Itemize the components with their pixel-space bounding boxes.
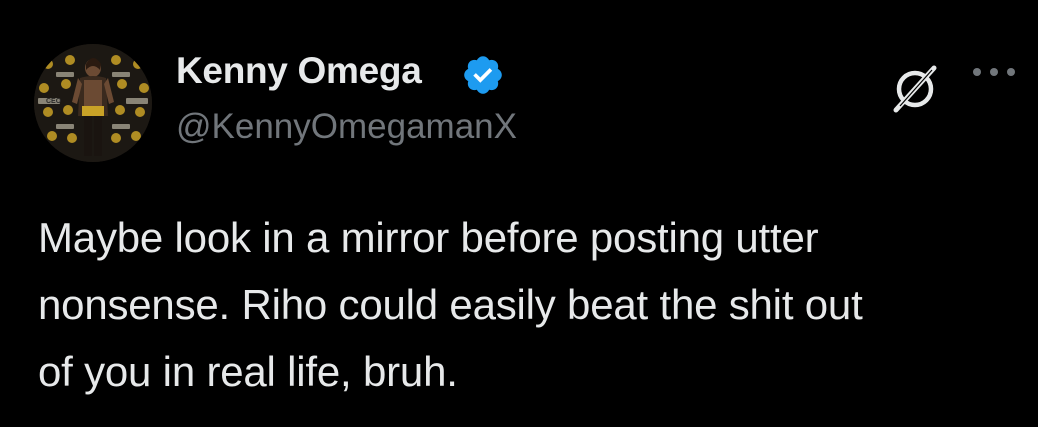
avatar-banner-text: CEO [46, 98, 62, 105]
avatar[interactable]: CEO [34, 44, 152, 162]
avatar-image: CEO [34, 44, 152, 162]
display-name[interactable]: Kenny Omega [176, 50, 422, 92]
user-handle[interactable]: @KennyOmegamanX [176, 107, 517, 147]
more-options-icon[interactable] [962, 56, 1026, 96]
grok-icon[interactable] [884, 56, 946, 118]
tweet-card[interactable]: CEO Kenny Omega @KennyOmegamanX Maybe lo… [0, 0, 1038, 427]
verified-badge-icon [464, 56, 502, 94]
tweet-text: Maybe look in a mirror before posting ut… [38, 214, 863, 395]
